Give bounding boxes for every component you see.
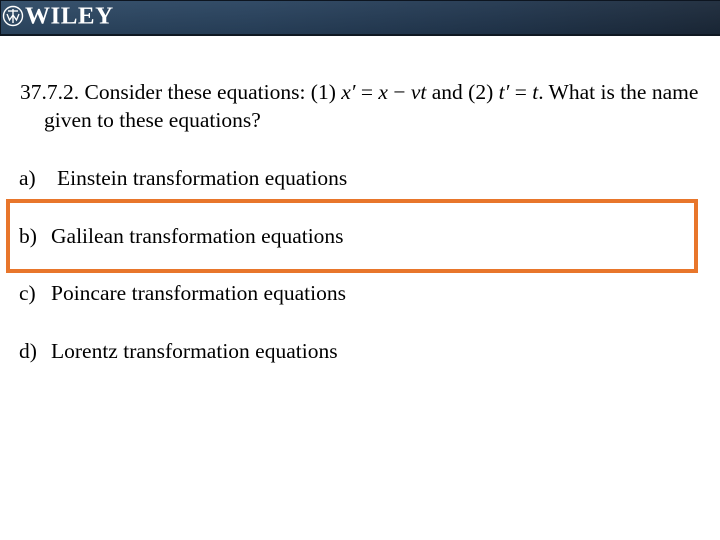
wiley-logo: WILEY	[2, 1, 114, 31]
equation-1-minus: −	[387, 80, 411, 104]
question-text-part: and (2)	[426, 80, 499, 104]
option-label: Poincare transformation equations	[51, 281, 346, 305]
option-a[interactable]: a) Einstein transformation equations	[19, 164, 347, 192]
option-b[interactable]: b) Galilean transformation equations	[19, 222, 344, 250]
equation-2-equals: =	[509, 80, 533, 104]
equation-1-vt: vt	[410, 80, 427, 104]
option-letter: d)	[19, 339, 37, 363]
option-letter: a)	[19, 166, 36, 190]
question-text-part: Consider these equations: (1)	[79, 80, 342, 104]
option-c[interactable]: c) Poincare transformation equations	[19, 279, 346, 307]
equation-1-equals: =	[355, 80, 379, 104]
question-number: 37.7.2.	[20, 80, 80, 104]
equation-2-lhs: t′	[498, 80, 510, 104]
brand-name: WILEY	[25, 3, 114, 29]
option-label: Galilean transformation equations	[51, 224, 344, 248]
option-label: Lorentz transformation equations	[51, 339, 338, 363]
equation-1-x: x	[378, 80, 388, 104]
option-letter: b)	[19, 224, 37, 248]
option-letter: c)	[19, 281, 36, 305]
wiley-emblem-icon	[2, 5, 24, 27]
question-text: 37.7.2. Consider these equations: (1) x′…	[20, 78, 720, 134]
option-d[interactable]: d) Lorentz transformation equations	[19, 337, 338, 365]
option-label: Einstein transformation equations	[57, 166, 348, 190]
header-bar: WILEY	[0, 0, 720, 36]
equation-1-lhs: x′	[341, 80, 356, 104]
